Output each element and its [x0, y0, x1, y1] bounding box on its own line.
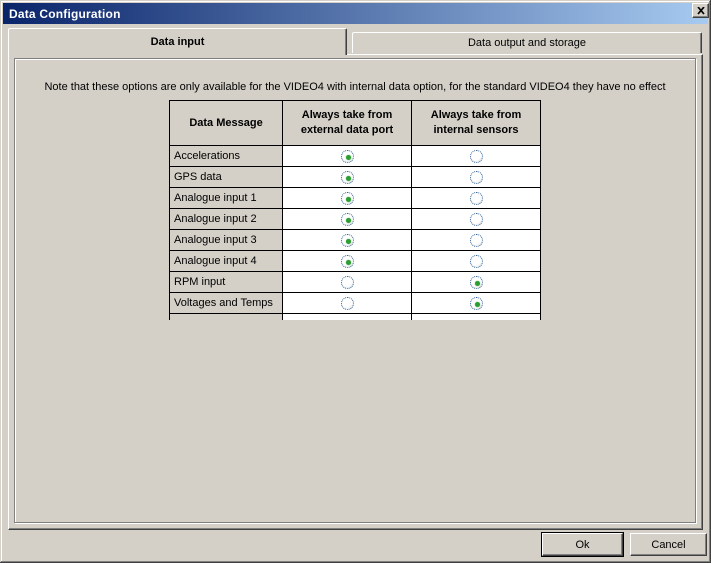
table-body: AccelerationsGPS dataAnalogue input 1Ana…	[170, 146, 541, 320]
radio-internal-voltages-and-temps[interactable]	[470, 297, 483, 310]
radio-external-analogue-input-2[interactable]	[341, 213, 354, 226]
column-header-external: Always take from external data port	[283, 101, 412, 146]
row-label: RPM input	[170, 272, 283, 293]
radio-cell-internal	[412, 230, 541, 251]
tab-data-input-label: Data input	[151, 36, 205, 48]
radio-cell-internal	[412, 188, 541, 209]
row-label: Voltages and Temps	[170, 293, 283, 314]
note-text: Note that these options are only availab…	[15, 81, 695, 93]
radio-internal-accelerations[interactable]	[470, 150, 483, 163]
window-title: Data Configuration	[9, 7, 121, 21]
radio-cell-internal	[412, 251, 541, 272]
table-row: GPS data	[170, 167, 541, 188]
table-row: RPM input	[170, 272, 541, 293]
data-configuration-dialog: Data Configuration Data input Data outpu…	[0, 0, 711, 563]
radio-external-analogue-input-3[interactable]	[341, 234, 354, 247]
radio-cell-external	[283, 167, 412, 188]
radio-external-voltages-and-temps[interactable]	[341, 297, 354, 310]
radio-cell-external	[283, 209, 412, 230]
table-row: Accelerations	[170, 146, 541, 167]
radio-external-rpm-input[interactable]	[341, 276, 354, 289]
radio-internal-rpm-input[interactable]	[470, 276, 483, 289]
tab-data-input[interactable]: Data input	[8, 28, 347, 55]
radio-internal-analogue-input-4[interactable]	[470, 255, 483, 268]
column-header-internal: Always take from internal sensors	[412, 101, 541, 146]
radio-cell-internal	[412, 209, 541, 230]
tab-data-output-and-storage[interactable]: Data output and storage	[352, 32, 702, 53]
column-header-data-message: Data Message	[170, 101, 283, 146]
tab-page-data-input: Note that these options are only availab…	[8, 54, 703, 530]
radio-cell-internal	[412, 167, 541, 188]
row-label: Analogue input 4	[170, 251, 283, 272]
table-row: Analogue input 4	[170, 251, 541, 272]
radio-internal-analogue-input-1[interactable]	[470, 192, 483, 205]
radio-external-gps-data[interactable]	[341, 171, 354, 184]
options-panel: Note that these options are only availab…	[14, 58, 696, 523]
close-button[interactable]	[692, 3, 709, 18]
data-message-table: Data Message Always take from external d…	[169, 100, 541, 320]
close-icon	[697, 7, 705, 15]
table-row-partial	[170, 314, 541, 320]
radio-internal-analogue-input-2[interactable]	[470, 213, 483, 226]
radio-cell-external	[283, 188, 412, 209]
radio-cell-external	[283, 146, 412, 167]
row-label: Analogue input 1	[170, 188, 283, 209]
row-label: Analogue input 2	[170, 209, 283, 230]
tab-data-output-label: Data output and storage	[468, 37, 586, 49]
ok-button[interactable]: Ok	[542, 533, 623, 556]
partial-cell	[412, 314, 541, 320]
table-header-row: Data Message Always take from external d…	[170, 101, 541, 146]
radio-internal-gps-data[interactable]	[470, 171, 483, 184]
radio-external-accelerations[interactable]	[341, 150, 354, 163]
radio-cell-internal	[412, 293, 541, 314]
row-label: Analogue input 3	[170, 230, 283, 251]
partial-cell	[283, 314, 412, 320]
partial-cell	[170, 314, 283, 320]
radio-cell-external	[283, 230, 412, 251]
radio-cell-internal	[412, 272, 541, 293]
radio-external-analogue-input-4[interactable]	[341, 255, 354, 268]
table-row: Analogue input 3	[170, 230, 541, 251]
radio-internal-analogue-input-3[interactable]	[470, 234, 483, 247]
cancel-button[interactable]: Cancel	[630, 533, 707, 556]
table-row: Analogue input 2	[170, 209, 541, 230]
radio-cell-external	[283, 251, 412, 272]
titlebar[interactable]: Data Configuration	[3, 3, 708, 24]
radio-cell-external	[283, 272, 412, 293]
row-label: GPS data	[170, 167, 283, 188]
radio-cell-internal	[412, 146, 541, 167]
table-row: Analogue input 1	[170, 188, 541, 209]
radio-cell-external	[283, 293, 412, 314]
table-row: Voltages and Temps	[170, 293, 541, 314]
radio-external-analogue-input-1[interactable]	[341, 192, 354, 205]
row-label: Accelerations	[170, 146, 283, 167]
